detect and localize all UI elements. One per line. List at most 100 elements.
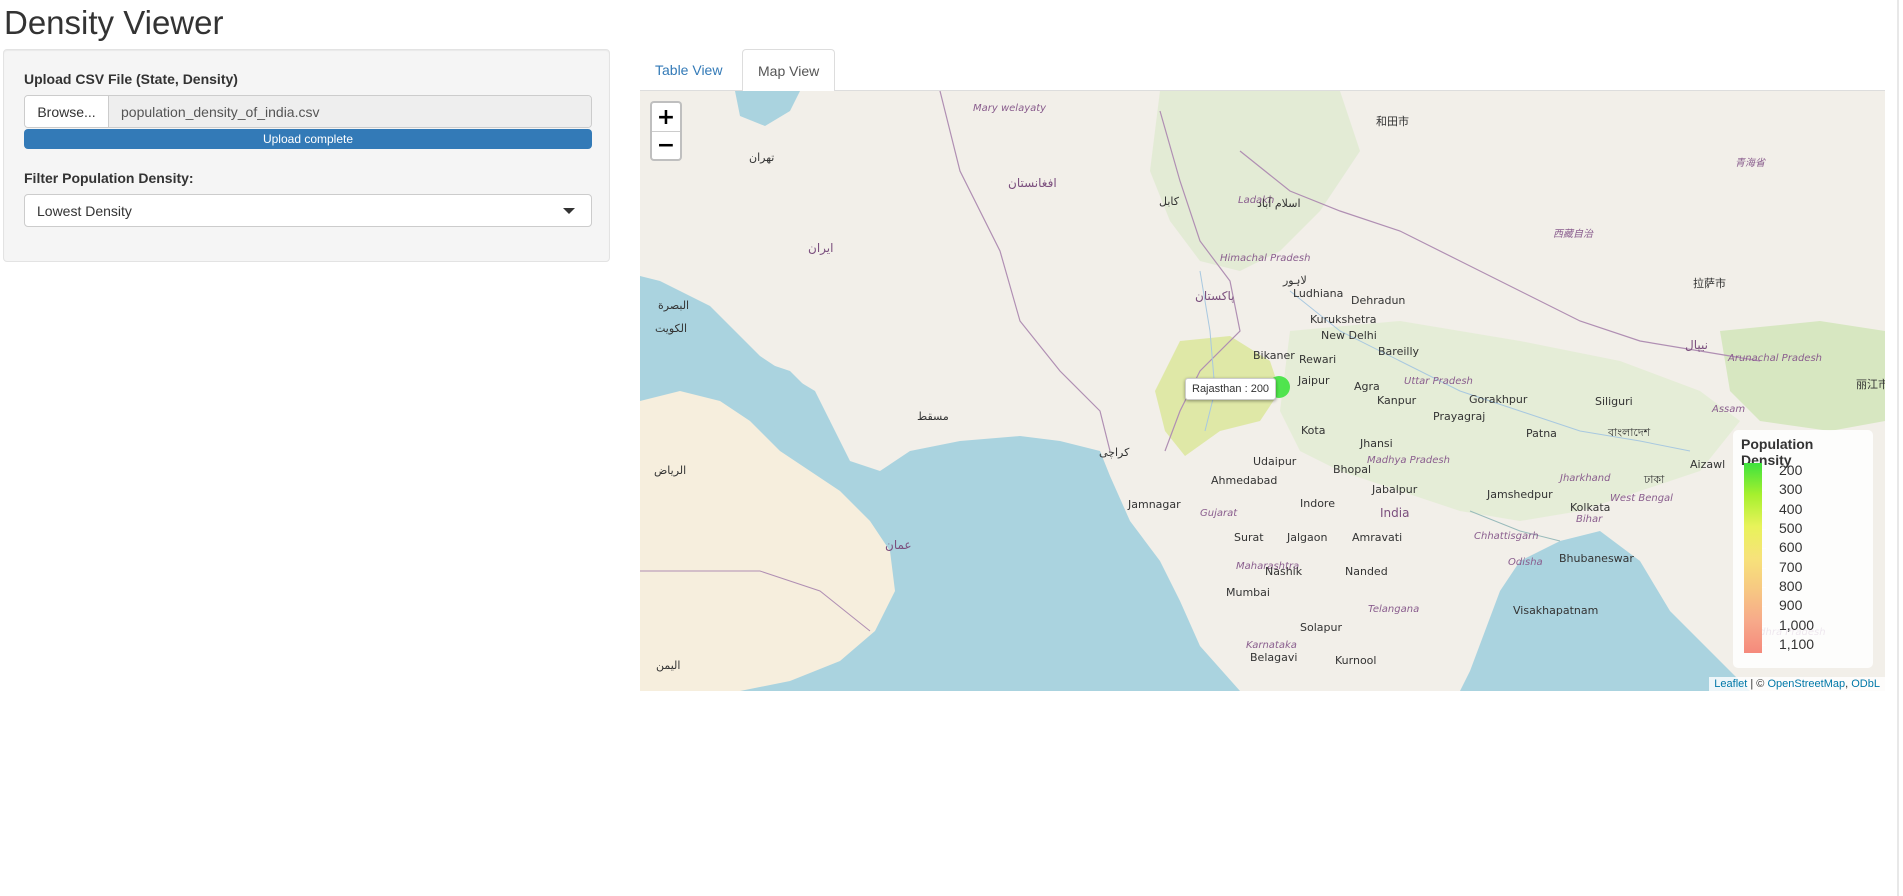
map-place-label: Jalgaon [1287,531,1328,544]
map-attribution: Leaflet | © OpenStreetMap, ODbL [1709,677,1885,691]
map-place-label: Mumbai [1226,586,1270,599]
legend-tick-label: 700 [1779,558,1803,575]
map-place-label: الرياض [654,464,687,477]
map-place-label: Belagavi [1250,651,1298,664]
filter-label: Filter Population Density: [24,170,194,186]
map-place-label: Assam [1712,404,1746,415]
legend-tick-label: 200 [1779,462,1803,478]
map-place-label: Madhya Pradesh [1367,455,1450,466]
tab-map-view[interactable]: Map View [742,49,836,92]
osm-link[interactable]: OpenStreetMap [1767,678,1845,690]
map-place-label: Nanded [1345,565,1388,578]
map-place-label: Bareilly [1378,345,1420,358]
attribution-separator: | © [1747,678,1768,690]
map-place-label: Kurukshetra [1310,313,1377,326]
map-place-label: Bihar [1576,514,1603,525]
map-place-label: افغانستان [1008,176,1057,190]
tab-table-view[interactable]: Table View [640,49,737,91]
map-view[interactable]: + − Mary welayaty افغانستان ایران پاکستان In… [640,91,1885,691]
map-place-label: New Delhi [1321,329,1377,342]
legend-tick-label: 1,100 [1779,636,1815,652]
map-place-label: البصرة [658,299,690,312]
map-place-label: Rewari [1299,353,1337,366]
legend-tick-label: 400 [1779,500,1803,517]
legend-tick-mark [1762,548,1766,550]
map-place-label: Nashik [1265,565,1303,578]
map-place-label: Solapur [1300,621,1342,634]
map-place-label: Jabalpur [1372,483,1418,496]
file-name-field[interactable]: population_density_of_india.csv [109,96,591,127]
map-place-label: Kolkata [1570,501,1611,514]
legend-tick-label: 600 [1779,539,1803,556]
legend-tick-mark [1762,490,1766,492]
map-place-label: اليمن [656,659,681,672]
map-place-label: Siliguri [1595,395,1633,408]
map-place-label: Telangana [1368,604,1420,615]
map-place-label: Visakhapatnam [1513,604,1599,617]
map-place-label: Indore [1300,497,1335,510]
map-place-label: 拉萨市 [1693,277,1726,290]
legend-tick-label: 500 [1779,520,1803,536]
zoom-control: + − [650,101,682,161]
map-place-label: Aizawl [1690,458,1726,471]
upload-label: Upload CSV File (State, Density) [24,71,238,87]
map-place-label: Jharkhand [1560,473,1611,484]
map-place-label: Gujarat [1200,508,1238,519]
map-place-label: ঢাকা [1644,473,1665,486]
zoom-in-button[interactable]: + [652,103,680,131]
map-place-label: 丽江市 [1856,378,1885,391]
map-place-label: عمان [885,538,912,552]
density-filter-value: Lowest Density [37,202,132,219]
legend-tick-mark [1762,587,1766,588]
leaflet-link[interactable]: Leaflet [1714,678,1747,690]
map-place-label: 西藏自治 [1553,229,1593,240]
density-filter-select[interactable]: Lowest Density [24,194,592,227]
legend-gradient [1744,463,1762,653]
map-place-label: Mary welayaty [973,103,1047,114]
map-place-label: کراچی [1099,446,1130,459]
map-place-label: Ludhiana [1293,287,1344,300]
legend-tick-mark [1762,625,1766,627]
map-place-label: پاکستان [1195,289,1235,303]
map-place-label: Jamshedpur [1487,488,1553,501]
map-place-label: ایران [808,241,834,255]
page-title: Density Viewer [4,4,224,41]
map-place-label: Odisha [1508,557,1543,568]
map-place-label: Chhattisgarh [1474,531,1539,542]
map-place-label: Jamnagar [1128,498,1181,511]
map-place-label: تهران [749,151,775,164]
marker-tooltip: Rajasthan : 200 [1185,378,1277,400]
map-place-label: Kota [1301,424,1326,437]
map-place-label: Gorakhpur [1469,393,1528,406]
map-place-label: لاہور [1283,274,1307,287]
map-place-label: বাংলাদেশ [1608,426,1651,439]
file-upload-group: Browse... population_density_of_india.cs… [24,95,592,128]
legend-tick-label: 300 [1779,481,1803,498]
upload-progress: Upload complete [24,129,592,149]
legend-tick-mark [1762,529,1766,530]
map-place-label: Jhansi [1360,437,1393,450]
map-place-label: Uttar Pradesh [1404,376,1473,387]
map-place-label: مسقط [917,410,949,423]
map-place-label: کابل [1159,195,1179,208]
legend-tick-label: 800 [1779,578,1803,594]
map-place-label: West Bengal [1610,493,1673,504]
map-place-label: اسلام آباد [1257,197,1301,210]
map-place-label: نیپال [1685,338,1708,352]
sidebar-panel: Upload CSV File (State, Density) Browse.… [3,49,610,262]
legend-tick-label: 1,000 [1779,616,1815,633]
legend-tick-mark [1762,606,1766,608]
browse-button[interactable]: Browse... [25,96,109,127]
zoom-out-button[interactable]: − [652,131,680,159]
map-place-label: Himachal Pradesh [1220,253,1311,264]
map-place-label: Kurnool [1335,654,1377,667]
map-place-label: Bhopal [1333,463,1372,476]
map-place-label: Patna [1526,427,1557,440]
legend-tick-mark [1762,471,1766,472]
odbl-link[interactable]: ODbL [1851,678,1880,690]
map-place-label: India [1380,506,1410,520]
chevron-down-icon [563,208,575,214]
page-scrollbar[interactable] [1897,0,1899,896]
upload-progress-bar: Upload complete [24,129,592,149]
map-place-label: Kanpur [1377,394,1417,407]
